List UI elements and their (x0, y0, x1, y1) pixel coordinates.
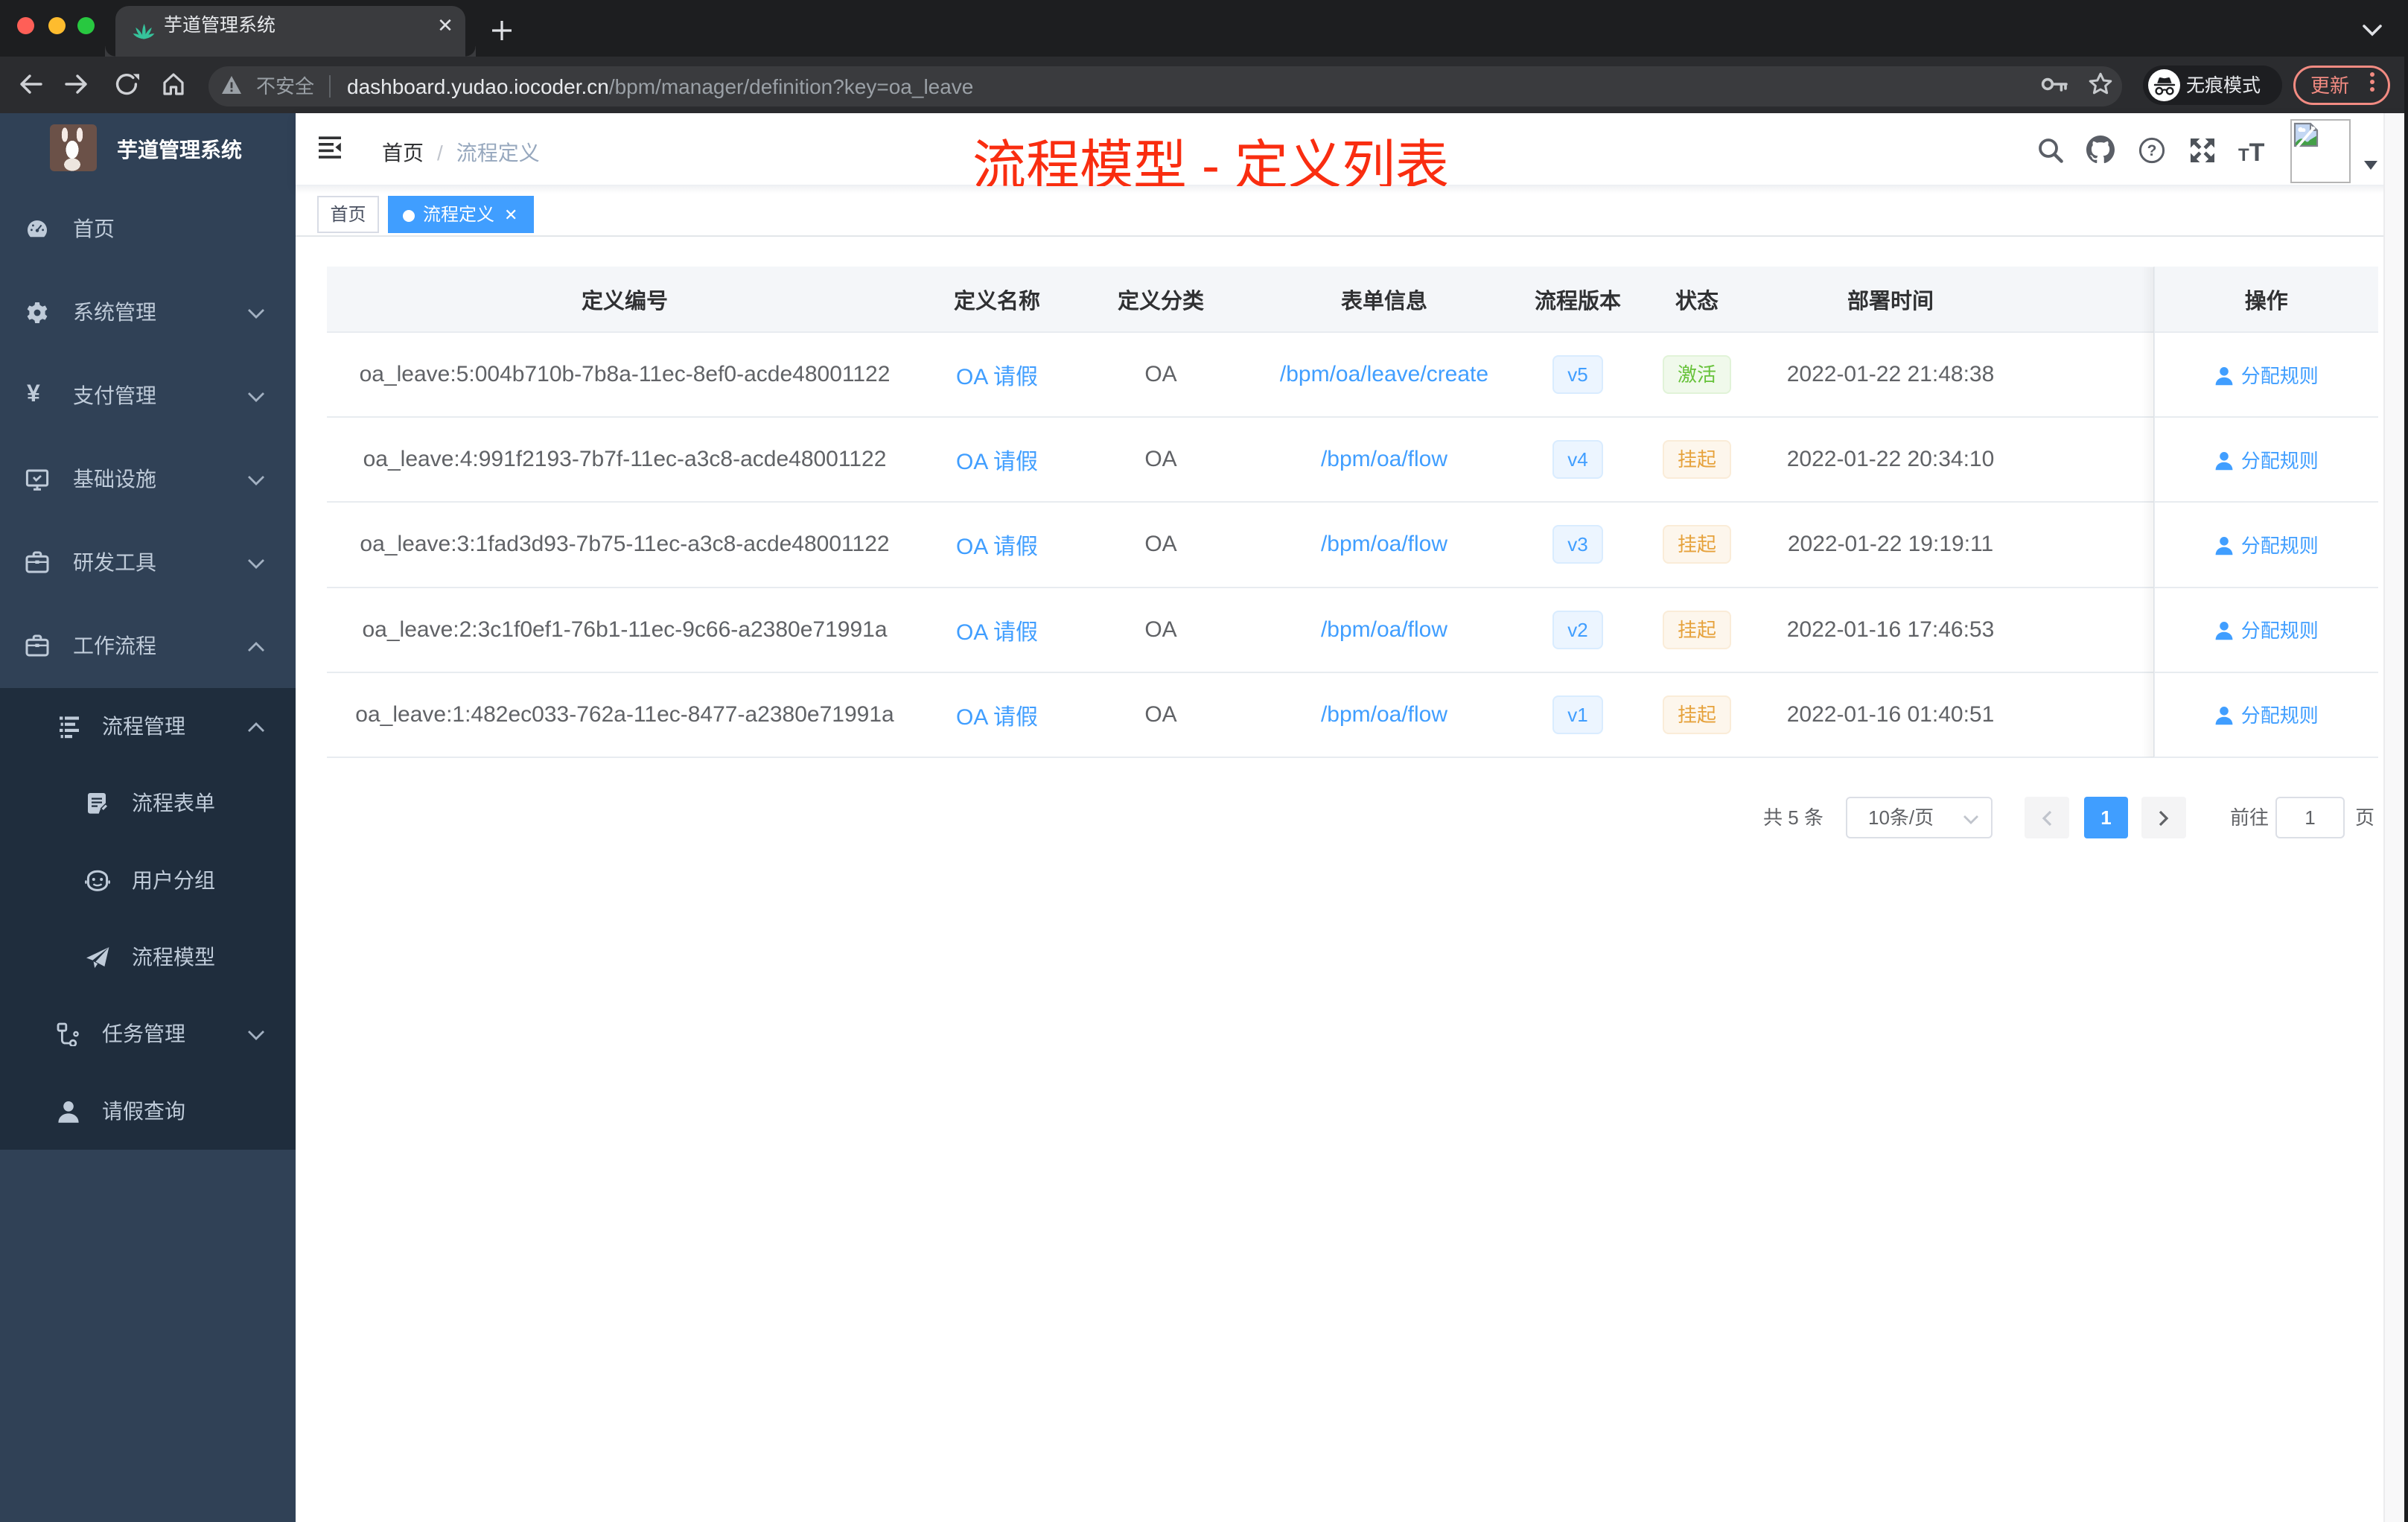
svg-text:?: ? (2147, 142, 2157, 159)
